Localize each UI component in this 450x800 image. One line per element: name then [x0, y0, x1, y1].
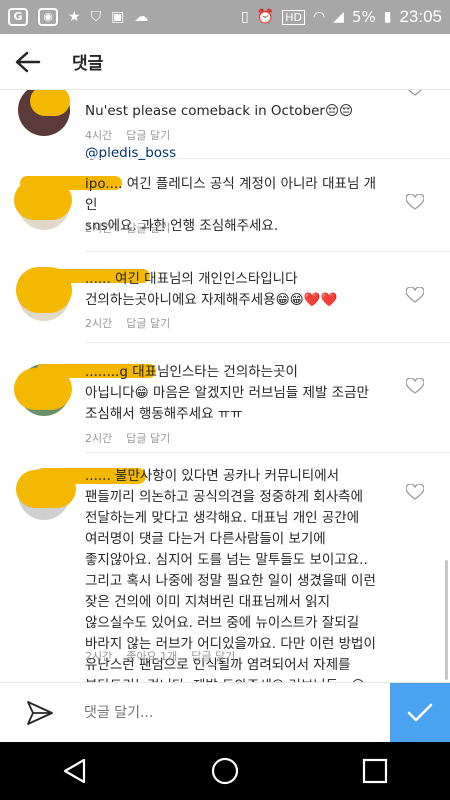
back-arrow-icon	[15, 51, 41, 72]
direct-send-button[interactable]	[0, 683, 80, 743]
divider	[85, 251, 450, 252]
battery-percent: 5%	[351, 8, 376, 26]
scrollbar[interactable]	[445, 560, 448, 680]
triangle-back-icon	[63, 758, 86, 784]
like-count[interactable]: 좋아요 1개	[126, 648, 177, 664]
clock: 23:05	[399, 7, 442, 26]
like-heart-icon[interactable]	[406, 378, 424, 394]
divider	[85, 452, 450, 453]
comment-list[interactable]: Nu'est please comeback in October😔😔 @ple…	[0, 90, 450, 682]
comment-text: ........g 대표님인스타는 건의하는곳이 아닙니다😁 마음은 알겠지만 …	[85, 364, 369, 422]
hd-icon: HD	[282, 9, 305, 25]
comment-time: 2시간	[85, 222, 113, 235]
battery-icon: ▮	[383, 9, 392, 25]
comment-item: ipo.... 여긴 플레디스 공식 계정이 아니라 대표님 개인 sns에요.…	[0, 170, 450, 250]
comment-meta: 4시간 답글 달기	[85, 127, 170, 143]
app-notification-icon: G	[8, 8, 28, 26]
like-heart-icon[interactable]	[406, 90, 424, 96]
comment-meta: 2시간 답글 달기	[85, 315, 170, 331]
comment-meta: 2시간 답글 달기	[85, 220, 170, 236]
comment-item: ...... 불만사항이 있다면 공카나 커뮤니티에서 팬들끼리 의논하고 공식…	[0, 466, 450, 682]
star-icon: ★	[68, 9, 81, 25]
comment-input[interactable]	[80, 692, 390, 733]
nav-recents-button[interactable]	[345, 742, 405, 800]
comment-item: ........g 대표님인스타는 건의하는곳이 아닙니다😁 마음은 알겠지만 …	[0, 360, 450, 460]
paper-plane-icon	[27, 700, 53, 725]
redaction-scribble	[30, 90, 70, 116]
signal-icon: ◢	[333, 9, 344, 25]
back-button[interactable]	[0, 34, 56, 90]
circle-home-icon	[211, 757, 239, 785]
reply-button[interactable]: 답글 달기	[126, 220, 170, 236]
post-comment-button[interactable]	[390, 682, 450, 743]
comment-input-bar	[0, 682, 450, 743]
divider	[85, 158, 450, 159]
wifi-icon: ◠	[312, 9, 326, 25]
nav-back-button[interactable]	[45, 742, 105, 800]
nav-home-button[interactable]	[195, 742, 255, 800]
comment-time: 2시간	[85, 432, 113, 445]
comment-meta: 2시간 좋아요 1개 답글 달기	[85, 648, 235, 664]
vibrate-icon: ▯	[241, 9, 249, 25]
comment-time: 2시간	[85, 650, 113, 663]
reply-button[interactable]: 답글 달기	[126, 430, 170, 446]
status-bar: G ◉ ★ ⛉ ▣ ☁ ▯ ⏰ HD ◠ ◢ 5% ▮ 23:05	[0, 0, 450, 34]
comment-time: 2시간	[85, 317, 113, 330]
like-heart-icon[interactable]	[406, 194, 424, 210]
square-recents-icon	[362, 758, 388, 784]
reply-button[interactable]: 답글 달기	[126, 315, 170, 331]
system-nav-bar	[0, 742, 450, 800]
camera-notification-icon: ◉	[38, 8, 58, 26]
image-icon: ▣	[111, 9, 125, 25]
comment-text: ...... 여긴 대표님의 개인인스타입니다 건의하는곳아니에요 자제해주세용…	[85, 271, 338, 308]
comment-meta: 2시간 답글 달기	[85, 430, 170, 446]
like-heart-icon[interactable]	[406, 287, 424, 303]
reply-button[interactable]: 답글 달기	[191, 648, 235, 664]
comment-time: 4시간	[85, 129, 113, 142]
app-header: 댓글	[0, 34, 450, 90]
cloud-icon: ☁	[134, 9, 149, 25]
like-heart-icon[interactable]	[406, 484, 424, 500]
reply-button[interactable]: 답글 달기	[126, 127, 170, 143]
shield-icon: ⛉	[90, 9, 102, 25]
divider	[85, 342, 450, 343]
page-title: 댓글	[72, 54, 104, 74]
alarm-icon: ⏰	[256, 9, 275, 25]
comment-item: ...... 여긴 대표님의 개인인스타입니다 건의하는곳아니에요 자제해주세용…	[0, 265, 450, 345]
checkmark-icon	[407, 703, 433, 721]
